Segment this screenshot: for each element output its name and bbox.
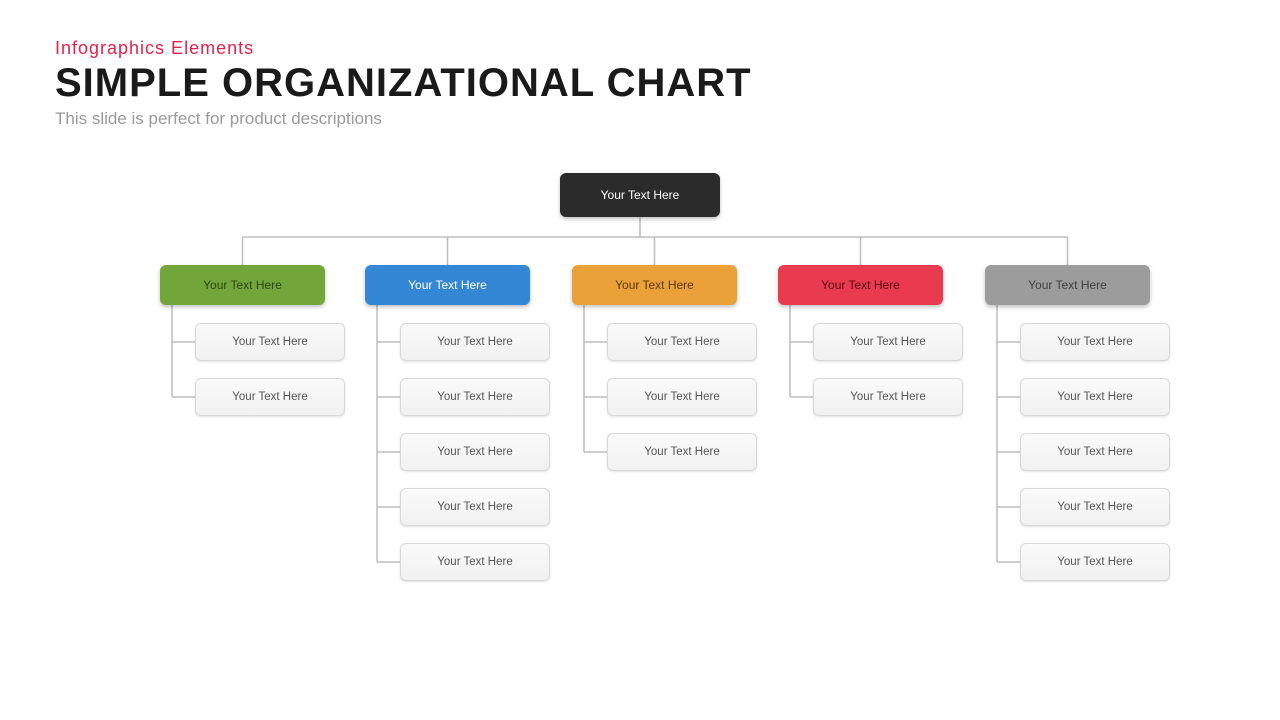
org-leaf-node: Your Text Here xyxy=(1020,323,1170,361)
org-leaf-node: Your Text Here xyxy=(195,378,345,416)
org-leaf-node: Your Text Here xyxy=(400,543,550,581)
org-branch-node: Your Text Here xyxy=(778,265,943,305)
page-title: SIMPLE ORGANIZATIONAL CHART xyxy=(55,61,752,105)
org-root-node: Your Text Here xyxy=(560,173,720,217)
org-branch-node: Your Text Here xyxy=(160,265,325,305)
org-chart: Your Text Here Your Text Here Your Text He… xyxy=(0,155,1280,715)
org-leaf-node: Your Text Here xyxy=(1020,433,1170,471)
subtitle-text: This slide is perfect for product descri… xyxy=(55,109,752,129)
org-leaf-node: Your Text Here xyxy=(607,433,757,471)
org-leaf-node: Your Text Here xyxy=(195,323,345,361)
org-leaf-node: Your Text Here xyxy=(400,488,550,526)
kicker-text: Infographics Elements xyxy=(55,38,752,59)
org-leaf-node: Your Text Here xyxy=(1020,378,1170,416)
org-leaf-node: Your Text Here xyxy=(400,433,550,471)
org-leaf-node: Your Text Here xyxy=(400,323,550,361)
org-leaf-node: Your Text Here xyxy=(607,378,757,416)
org-branch-node: Your Text Here xyxy=(572,265,737,305)
header: Infographics Elements SIMPLE ORGANIZATIO… xyxy=(55,38,752,129)
org-leaf-node: Your Text Here xyxy=(813,323,963,361)
org-leaf-node: Your Text Here xyxy=(813,378,963,416)
org-branch-node: Your Text Here xyxy=(365,265,530,305)
org-branch-node: Your Text Here xyxy=(985,265,1150,305)
org-leaf-node: Your Text Here xyxy=(1020,543,1170,581)
org-leaf-node: Your Text Here xyxy=(1020,488,1170,526)
org-leaf-node: Your Text Here xyxy=(400,378,550,416)
org-leaf-node: Your Text Here xyxy=(607,323,757,361)
